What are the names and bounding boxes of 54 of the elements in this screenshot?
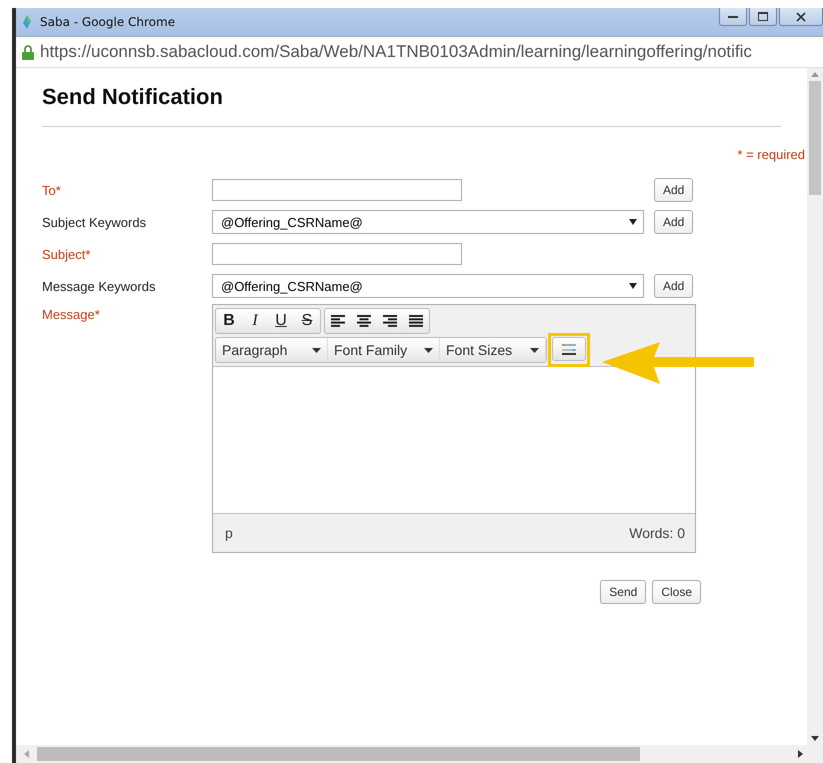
app-icon xyxy=(22,15,32,29)
scroll-left-icon xyxy=(24,750,29,758)
add-button[interactable]: Add xyxy=(654,210,694,234)
scroll-thumb[interactable] xyxy=(809,81,821,195)
format-button[interactable]: S xyxy=(294,309,320,333)
dropdown-arrow-icon xyxy=(424,348,433,352)
maximize-icon xyxy=(758,12,768,21)
scroll-right-icon xyxy=(798,750,803,758)
dropdown-arrow-icon xyxy=(629,283,637,289)
toolbar-dropdown[interactable]: Font Sizes xyxy=(440,338,546,362)
close-icon xyxy=(796,12,806,22)
input-field[interactable] xyxy=(212,179,462,201)
dropdown-arrow-icon xyxy=(629,219,637,225)
add-button[interactable]: Add xyxy=(654,274,694,298)
action-button[interactable]: Send xyxy=(600,580,646,604)
word-count: Words: 0 xyxy=(629,525,685,541)
horizontal-scrollbar[interactable] xyxy=(16,745,823,763)
window-title: Saba - Google Chrome xyxy=(40,15,176,29)
format-button[interactable]: U xyxy=(268,309,294,333)
dropdown-arrow-icon xyxy=(312,348,321,352)
toolbar-dropdown[interactable]: Font Family xyxy=(328,338,440,362)
scroll-down-icon xyxy=(811,736,819,741)
align-justify-icon xyxy=(409,315,423,327)
align-center-icon xyxy=(357,315,371,327)
table-button[interactable] xyxy=(552,337,586,361)
maximize-button[interactable] xyxy=(749,8,777,26)
format-button[interactable]: B xyxy=(216,309,242,333)
keyword-dropdown[interactable]: @Offering_CSRName@ xyxy=(212,274,644,298)
lock-icon xyxy=(22,44,34,60)
keyword-dropdown[interactable]: @Offering_CSRName@ xyxy=(212,210,644,234)
toolbar-dropdown[interactable]: Paragraph xyxy=(216,338,328,362)
dropdown-arrow-icon xyxy=(530,348,539,352)
field-label: Message Keywords xyxy=(42,278,156,294)
scroll-up-icon xyxy=(811,72,819,77)
field-label: To* xyxy=(42,182,62,198)
required-note: * = required xyxy=(737,147,805,162)
action-button[interactable]: Close xyxy=(652,580,701,604)
vertical-scrollbar[interactable] xyxy=(807,68,823,745)
field-label: Message* xyxy=(42,306,101,322)
field-label: Subject* xyxy=(42,246,92,262)
input-field[interactable] xyxy=(212,243,462,265)
field-label: Subject Keywords xyxy=(42,214,148,230)
element-path: p xyxy=(225,525,233,541)
minimize-icon xyxy=(728,14,738,18)
add-button[interactable]: Add xyxy=(654,178,694,202)
grid-icon xyxy=(562,344,576,354)
url-text[interactable]: https://uconnsb.sabacloud.com/Saba/Web/NA1TNB0103Admin/learning/learningoffering/notific xyxy=(40,42,752,62)
format-button[interactable]: I xyxy=(242,309,268,333)
minimize-button[interactable] xyxy=(719,8,747,26)
align-right-icon xyxy=(383,315,397,327)
scroll-thumb[interactable] xyxy=(37,747,640,761)
align-left-icon xyxy=(331,315,345,327)
close-button[interactable] xyxy=(779,8,823,26)
page-heading: Send Notification xyxy=(42,84,224,110)
